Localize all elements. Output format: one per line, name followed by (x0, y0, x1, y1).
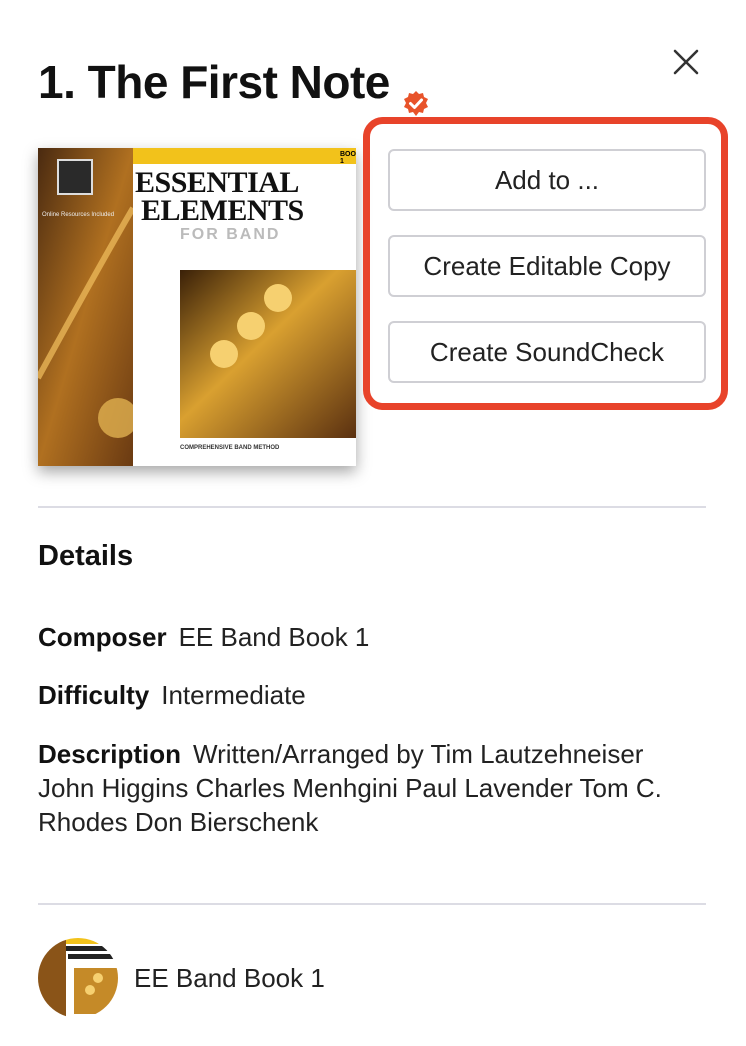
book-link[interactable]: EE Band Book 1 (38, 938, 325, 1018)
cover-footer-label: COMPREHENSIVE BAND METHOD (180, 445, 280, 451)
difficulty-row: Difficulty Intermediate (38, 678, 706, 712)
divider (38, 506, 706, 508)
cover-book-label: BOOK 1 (340, 151, 356, 165)
book-avatar (38, 938, 118, 1018)
create-editable-copy-button[interactable]: Create Editable Copy (388, 235, 706, 297)
description-row: Description Written/Arranged by Tim Lautz… (38, 737, 706, 839)
composer-row: Composer EE Band Book 1 (38, 620, 706, 654)
details-heading: Details (38, 540, 134, 572)
description-label: Description (38, 739, 182, 769)
difficulty-value: Intermediate (161, 680, 306, 710)
cover-online-label: Online Resources Included (42, 212, 115, 218)
create-soundcheck-button[interactable]: Create SoundCheck (388, 321, 706, 383)
close-icon (673, 49, 699, 75)
page-title: 1. The First Note (38, 50, 430, 116)
verified-badge-icon (402, 70, 430, 116)
divider (38, 903, 706, 905)
book-cover-image: BOOK 1 ESSENTIAL ELEMENTS FOR BAND Onlin… (38, 148, 356, 466)
close-button[interactable] (666, 42, 706, 82)
title-text: 1. The First Note (38, 56, 390, 108)
book-name[interactable]: EE Band Book 1 (134, 963, 325, 994)
cover-title-line2: ELEMENTS (141, 194, 304, 227)
composer-value: EE Band Book 1 (178, 622, 370, 652)
composer-label: Composer (38, 622, 167, 652)
difficulty-label: Difficulty (38, 680, 150, 710)
add-to-button[interactable]: Add to ... (388, 149, 706, 211)
cover-title-line3: FOR BAND (180, 226, 281, 243)
